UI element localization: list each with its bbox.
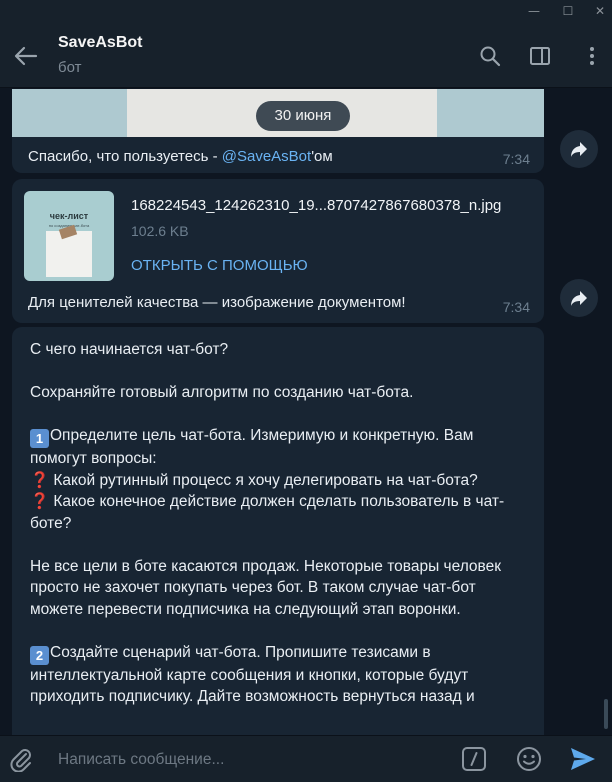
scrollbar-thumb[interactable]	[604, 699, 608, 729]
text-paragraph: 1 Определите цель чат-бота. Измеримую и к…	[30, 425, 530, 470]
file-caption: Для ценителей качества — изображение док…	[28, 294, 406, 311]
keycap-two-icon: 2	[30, 645, 49, 665]
message-composer	[0, 735, 612, 782]
text-span: Определите цель чат-бота. Измеримую и ко…	[30, 427, 474, 467]
text-paragraph: 2 Создайте сценарий чат-бота. Пропишите т…	[30, 642, 530, 708]
send-icon[interactable]	[568, 745, 598, 773]
message-time: 7:34	[502, 299, 530, 315]
caption-text: Спасибо, что пользуетесь -	[28, 148, 222, 165]
maximize-icon[interactable]: ☐	[556, 0, 580, 22]
thumbnail-title: чек-лист	[49, 211, 89, 221]
text-paragraph: ❓ Какое конечное действие должен сделать …	[30, 491, 530, 534]
thumbnail-paper	[46, 231, 92, 277]
message-list[interactable]: 30 июня Спасибо, что пользуетесь - @Save…	[0, 89, 612, 735]
forward-icon	[571, 142, 587, 157]
text-paragraph: С чего начинается чат-бот?	[30, 341, 229, 358]
more-menu-icon[interactable]	[580, 44, 604, 68]
file-size: 102.6 KB	[131, 223, 189, 239]
close-icon[interactable]: ✕	[588, 0, 612, 22]
message-input[interactable]	[58, 749, 438, 771]
emoji-icon[interactable]	[515, 745, 543, 773]
minimize-icon[interactable]: —	[522, 0, 546, 22]
message-bubble-file: чек-лист по созданию чат-бота 168224543_…	[12, 179, 544, 323]
text-paragraph: ❓ Какой рутинный процесс я хочу делегиров…	[30, 470, 530, 492]
text-span: Какое конечное действие должен сделать п…	[30, 493, 505, 532]
back-arrow-icon[interactable]	[12, 42, 40, 70]
open-with-button[interactable]: ОТКРЫТЬ С ПОМОЩЬЮ	[131, 257, 308, 274]
sidebar-toggle-icon[interactable]	[528, 44, 552, 68]
file-name[interactable]: 168224543_124262310_19...870742786768037…	[131, 197, 501, 214]
mention-link[interactable]: @SaveAsBot	[222, 148, 311, 165]
search-icon[interactable]	[478, 44, 502, 68]
text-span: Какой рутинный процесс я хочу делегирова…	[53, 471, 478, 489]
date-separator: 30 июня	[256, 101, 350, 131]
chat-subtitle: бот	[58, 59, 82, 76]
file-thumbnail[interactable]: чек-лист по созданию чат-бота	[24, 191, 114, 281]
text-span: Создайте сценарий чат-бота. Пропишите те…	[30, 643, 475, 706]
window-titlebar: — ☐ ✕	[0, 0, 612, 22]
caption-suffix: 'ом	[311, 148, 333, 165]
message-text: С чего начинается чат-бот? Сохраняйте го…	[30, 339, 530, 708]
forward-button[interactable]	[560, 279, 598, 317]
question-mark-icon: ❓	[30, 493, 50, 510]
text-paragraph: Не все цели в боте касаются продаж. Неко…	[30, 557, 501, 618]
message-time: 7:34	[502, 151, 530, 167]
forward-icon	[571, 291, 587, 306]
bot-commands-icon[interactable]	[460, 745, 488, 773]
message-caption: Спасибо, что пользуетесь - @SaveAsBot'ом	[28, 148, 333, 165]
message-bubble-text: С чего начинается чат-бот? Сохраняйте го…	[12, 327, 544, 735]
text-paragraph: Сохраняйте готовый алгоритм по созданию …	[30, 384, 414, 401]
forward-button[interactable]	[560, 130, 598, 168]
chat-header: SaveAsBot бот	[0, 22, 612, 88]
chat-title[interactable]: SaveAsBot	[58, 34, 142, 52]
paperclip-icon[interactable]	[8, 746, 34, 772]
question-mark-icon: ❓	[30, 471, 50, 489]
keycap-one-icon: 1	[30, 429, 49, 448]
